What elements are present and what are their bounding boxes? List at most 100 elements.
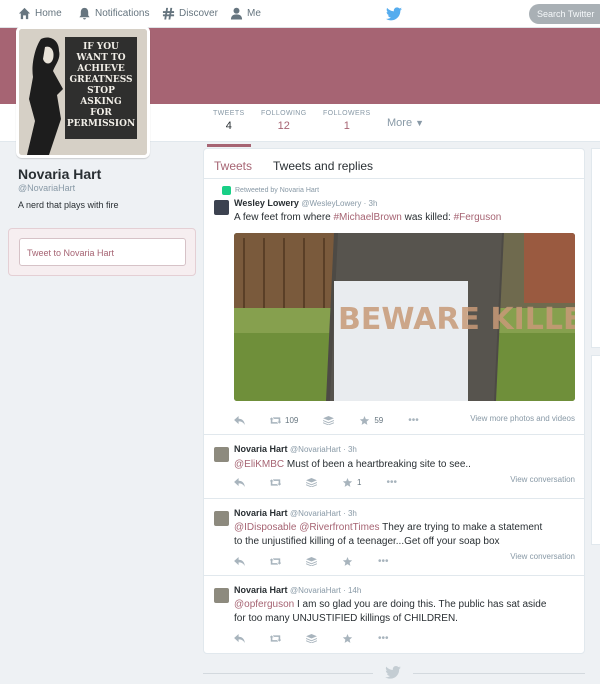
tweet-to-box: Tweet to Novaria Hart	[8, 228, 196, 276]
tab-tweets-and-replies[interactable]: Tweets and replies	[273, 159, 373, 173]
retweet-button[interactable]	[270, 557, 281, 566]
tweet-author-meta: @NovariaHart · 3h	[290, 509, 357, 518]
tweet[interactable]: Retweeted by Novaria Hart Wesley Lowery …	[204, 179, 584, 435]
tweet-text-part: was killed:	[401, 212, 454, 223]
stack-icon	[306, 634, 317, 643]
retweet-button[interactable]: 109	[270, 416, 298, 425]
stat-followers-value: 1	[343, 120, 350, 132]
tweet-header: Wesley Lowery @WesleyLowery · 3h	[234, 198, 377, 208]
reply-button[interactable]	[234, 557, 245, 566]
retweet-context: Retweeted by Novaria Hart	[222, 186, 319, 195]
reply-button[interactable]	[234, 416, 245, 425]
avatar[interactable]	[214, 447, 229, 462]
nav-me-label: Me	[247, 8, 261, 19]
more-options-button[interactable]: •••	[378, 633, 389, 644]
mention-link[interactable]: @RiverfrontTimes	[299, 522, 379, 533]
more-options-button[interactable]: •••	[408, 415, 419, 426]
avatar[interactable]	[214, 511, 229, 526]
favorite-button[interactable]: 59	[359, 416, 383, 425]
reply-icon	[234, 478, 245, 487]
tweet[interactable]: Novaria Hart @NovariaHart · 3h @IDisposa…	[204, 499, 584, 576]
stack-icon	[306, 557, 317, 566]
tweet-actions: •••	[234, 633, 414, 644]
avatar-text-line: ACHIEVE	[76, 64, 125, 74]
profile-handle[interactable]: @NovariaHart	[18, 183, 75, 193]
timeline-tabs: Tweets Tweets and replies	[204, 149, 584, 179]
tweet-photo[interactable]: BEWARE KILLER COP	[234, 233, 575, 401]
retweet-icon	[270, 635, 281, 642]
hashtag-link[interactable]: #Ferguson	[454, 212, 502, 223]
tweet-author-meta: @NovariaHart · 3h	[290, 445, 357, 454]
favorite-button[interactable]: 1	[342, 478, 361, 487]
reply-button[interactable]	[234, 478, 245, 487]
tweet-text-line: @opferguson I am so glad you are doing t…	[234, 598, 546, 612]
profile-name[interactable]: Novaria Hart	[18, 166, 101, 182]
photo-sign-text: BEWARE KILLER COP	[338, 302, 575, 337]
more-options-button[interactable]: •••	[386, 477, 397, 488]
stat-tweets-value: 4	[225, 120, 232, 132]
tweet[interactable]: Novaria Hart @NovariaHart · 3h @EliKMBC …	[204, 435, 584, 499]
tweet-to-input[interactable]: Tweet to Novaria Hart	[19, 238, 186, 266]
stack-button[interactable]	[306, 478, 317, 487]
retweet-button[interactable]	[270, 634, 281, 643]
reply-button[interactable]	[234, 634, 245, 643]
nav-notifications[interactable]: Notifications	[78, 7, 149, 20]
avatar-text-line: ASKING	[79, 97, 121, 107]
retweet-icon	[270, 479, 281, 486]
retweet-icon	[270, 558, 281, 565]
nav-discover[interactable]: Discover	[162, 7, 218, 20]
stat-followers[interactable]: FOLLOWERS 1	[323, 110, 371, 132]
retweet-button[interactable]	[270, 478, 281, 487]
tweet-text-part: I am so glad you are doing this. The pub…	[294, 599, 547, 610]
ellipsis-icon: •••	[378, 633, 389, 644]
nav-me[interactable]: Me	[230, 7, 261, 20]
view-more-photos-link[interactable]: View more photos and videos	[470, 414, 575, 423]
mention-link[interactable]: @opferguson	[234, 599, 294, 610]
favorite-count: 59	[374, 416, 384, 425]
reply-icon	[234, 634, 245, 643]
favorite-button[interactable]	[342, 557, 353, 566]
retweet-icon	[270, 417, 281, 424]
view-conversation-link[interactable]: View conversation	[510, 552, 575, 561]
search-input[interactable]: Search Twitter	[529, 4, 600, 24]
tweet-text: @IDisposable @RiverfrontTimes They are t…	[234, 521, 542, 549]
tweet-text-part: A few feet from where	[234, 212, 334, 223]
ellipsis-icon: •••	[378, 556, 389, 567]
nav-home[interactable]: Home	[18, 7, 62, 20]
view-conversation-link[interactable]: View conversation	[510, 475, 575, 484]
hashtag-link[interactable]: #MichaelBrown	[334, 212, 402, 223]
avatar[interactable]	[214, 200, 229, 215]
twitter-bird-icon[interactable]	[386, 7, 402, 21]
tweet-text: A few feet from where #MichaelBrown was …	[234, 211, 501, 225]
stat-tweets[interactable]: TWEETS 4	[207, 110, 251, 147]
stack-button[interactable]	[306, 557, 317, 566]
star-icon	[342, 478, 353, 487]
avatar-text-line: IF YOU	[83, 42, 119, 52]
mention-link[interactable]: @EliKMBC	[234, 459, 284, 470]
favorite-button[interactable]	[342, 634, 353, 643]
stat-following[interactable]: FOLLOWING 12	[261, 110, 307, 132]
chevron-down-icon: ▼	[415, 118, 425, 128]
mention-link[interactable]: @IDisposable	[234, 522, 296, 533]
tweet-author-name[interactable]: Novaria Hart	[234, 444, 288, 454]
stack-icon	[323, 416, 335, 425]
star-icon	[342, 634, 353, 643]
tweet-author-name[interactable]: Novaria Hart	[234, 585, 288, 595]
ellipsis-icon: •••	[386, 477, 397, 488]
stat-following-value: 12	[277, 120, 290, 132]
tab-tweets[interactable]: Tweets	[214, 159, 252, 173]
tweet-text-part: They are trying to make a statement	[379, 522, 543, 533]
profile-avatar[interactable]: IF YOU WANT TO ACHIEVE GREATNESS STOP AS…	[16, 26, 150, 158]
stack-button[interactable]	[323, 416, 335, 425]
more-options-button[interactable]: •••	[378, 556, 389, 567]
avatar[interactable]	[214, 588, 229, 603]
tweet-text-line: @IDisposable @RiverfrontTimes They are t…	[234, 521, 542, 535]
stat-following-label: FOLLOWING	[261, 110, 307, 117]
tweet-author-name[interactable]: Wesley Lowery	[234, 198, 299, 208]
tweet[interactable]: Novaria Hart @NovariaHart · 14h @opfergu…	[204, 576, 584, 653]
tweet-text-line: to the unjustified killing of a teenager…	[234, 536, 500, 547]
tweet-actions: 109 59 •••	[234, 415, 444, 426]
more-dropdown[interactable]: More ▼	[387, 117, 424, 129]
tweet-author-name[interactable]: Novaria Hart	[234, 508, 288, 518]
stack-button[interactable]	[306, 634, 317, 643]
